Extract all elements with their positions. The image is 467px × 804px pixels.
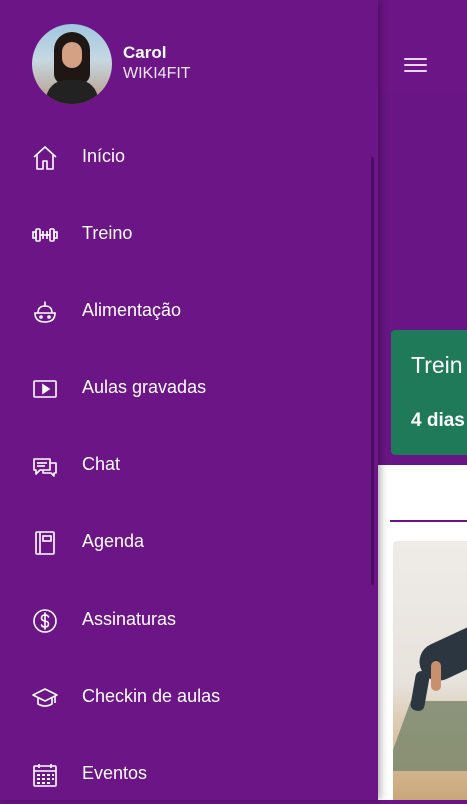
menu-item-label: Eventos <box>82 763 148 783</box>
menu-item-label: Aulas gravadas <box>82 377 207 397</box>
menu-item-label: Chat <box>82 454 121 474</box>
profile-name: Carol <box>123 43 167 62</box>
food-icon <box>31 298 59 326</box>
home-icon <box>31 144 59 172</box>
workout-card[interactable]: Trein 4 dias <box>391 330 467 455</box>
drawer-scrollbar[interactable] <box>371 157 374 585</box>
workout-card-title: Trein <box>411 352 463 378</box>
menu-item-label: Início <box>82 146 126 166</box>
tab-indicator <box>390 520 467 522</box>
menu-item-treino[interactable]: Treino <box>0 204 370 264</box>
workout-card-subtitle: 4 dias <box>411 410 465 431</box>
calendar-icon <box>31 761 59 789</box>
menu-item-label: Checkin de aulas <box>82 686 221 706</box>
dollar-icon <box>31 607 59 635</box>
menu-item-inicio[interactable]: Início <box>0 127 370 187</box>
menu-item-label: Treino <box>82 223 133 243</box>
agenda-icon <box>31 529 59 557</box>
menu-item-alimentacao[interactable]: Alimentação <box>0 281 370 341</box>
menu-item-agenda[interactable]: Agenda <box>0 512 370 572</box>
hamburger-menu-button[interactable] <box>404 56 428 76</box>
profile-header[interactable]: Carol WIKI4FIT <box>0 0 378 128</box>
menu-item-label: Assinaturas <box>82 609 177 629</box>
profile-organization: WIKI4FIT <box>123 65 191 82</box>
menu-item-eventos[interactable]: Eventos <box>0 744 370 804</box>
navigation-drawer: Carol WIKI4FIT Início Treino Alimentação… <box>0 0 378 800</box>
menu-item-aulas-gravadas[interactable]: Aulas gravadas <box>0 358 370 418</box>
menu-item-label: Agenda <box>82 531 145 551</box>
menu-item-chat[interactable]: Chat <box>0 435 370 495</box>
video-icon <box>31 375 59 403</box>
chat-icon <box>31 452 59 480</box>
avatar[interactable] <box>32 24 112 104</box>
class-photo[interactable] <box>393 541 467 800</box>
dumbbell-icon <box>31 221 59 249</box>
graduation-cap-icon <box>31 684 59 712</box>
menu-item-assinaturas[interactable]: Assinaturas <box>0 590 370 650</box>
app-header <box>378 0 467 94</box>
menu-item-label: Alimentação <box>82 300 182 320</box>
menu-item-checkin-de-aulas[interactable]: Checkin de aulas <box>0 667 370 727</box>
